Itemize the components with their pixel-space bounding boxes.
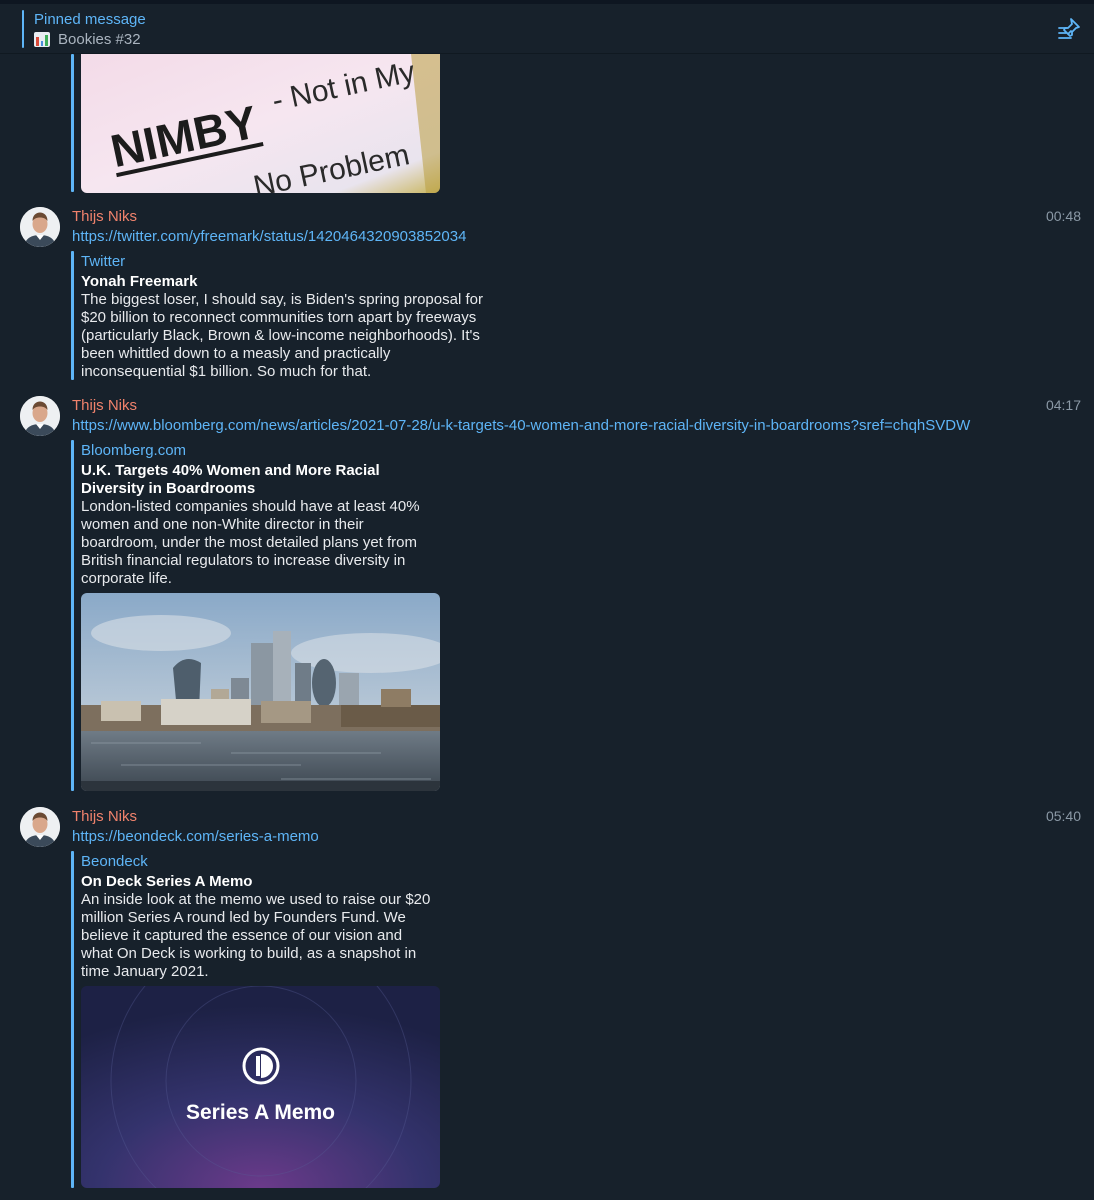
person-avatar-icon: [20, 807, 60, 847]
person-avatar-icon: [20, 396, 60, 436]
preview-title: On Deck Series A Memo: [81, 873, 253, 890]
pinned-list-icon[interactable]: [1056, 16, 1082, 42]
bar-chart-icon: [34, 32, 50, 47]
pinned-title: Pinned message: [34, 11, 146, 28]
preview-accent-bar: [71, 251, 74, 380]
preview-site-name: Beondeck: [81, 853, 148, 870]
series-a-memo-graphic: [81, 986, 440, 1188]
pinned-message-text: Bookies #32: [58, 31, 141, 48]
preview-accent-bar: [71, 54, 74, 192]
sender-name[interactable]: Thijs Niks: [72, 208, 137, 225]
preview-site-name: Twitter: [81, 253, 126, 270]
message-time: 04:17: [1045, 397, 1081, 413]
message-link[interactable]: https://www.bloomberg.com/news/articles/…: [72, 417, 970, 434]
preview-title: U.K. Targets 40% Women and More Racial D…: [81, 462, 380, 497]
nimby-image-graphic: NIMBY - Not in My No Problem: [81, 54, 440, 193]
pinned-text-row: Bookies #32: [34, 31, 141, 48]
sender-name[interactable]: Thijs Niks: [72, 397, 137, 414]
london-skyline-graphic: [81, 593, 440, 791]
message-time: 05:40: [1045, 808, 1081, 824]
message-time: 00:48: [1045, 208, 1081, 224]
preview-description: An inside look at the memo we used to ra…: [81, 891, 431, 980]
sender-name[interactable]: Thijs Niks: [72, 808, 137, 825]
series-a-memo-image[interactable]: Series A Memo: [81, 986, 440, 1188]
nimby-preview-image[interactable]: NIMBY - Not in My No Problem: [81, 54, 440, 193]
preview-accent-bar: [71, 851, 74, 1188]
pinned-accent-line: [22, 10, 24, 48]
message-link[interactable]: https://twitter.com/yfreemark/status/142…: [72, 228, 466, 245]
person-avatar-icon: [20, 207, 60, 247]
preview-accent-bar: [71, 440, 74, 791]
preview-site-name: Bloomberg.com: [81, 442, 187, 459]
avatar[interactable]: [20, 807, 60, 847]
message-list[interactable]: NIMBY - Not in My No Problem Thijs Niks …: [0, 54, 1094, 1200]
pinned-message-bar[interactable]: Pinned message Bookies #32: [0, 4, 1094, 54]
avatar[interactable]: [20, 396, 60, 436]
preview-title: Yonah Freemark: [81, 273, 198, 290]
avatar[interactable]: [20, 207, 60, 247]
preview-description: The biggest loser, I should say, is Bide…: [81, 291, 483, 380]
preview-description: London-listed companies should have at l…: [81, 498, 420, 587]
london-skyline-image[interactable]: [81, 593, 440, 791]
message-link[interactable]: https://beondeck.com/series-a-memo: [72, 828, 319, 845]
series-a-memo-label: Series A Memo: [186, 1101, 335, 1124]
